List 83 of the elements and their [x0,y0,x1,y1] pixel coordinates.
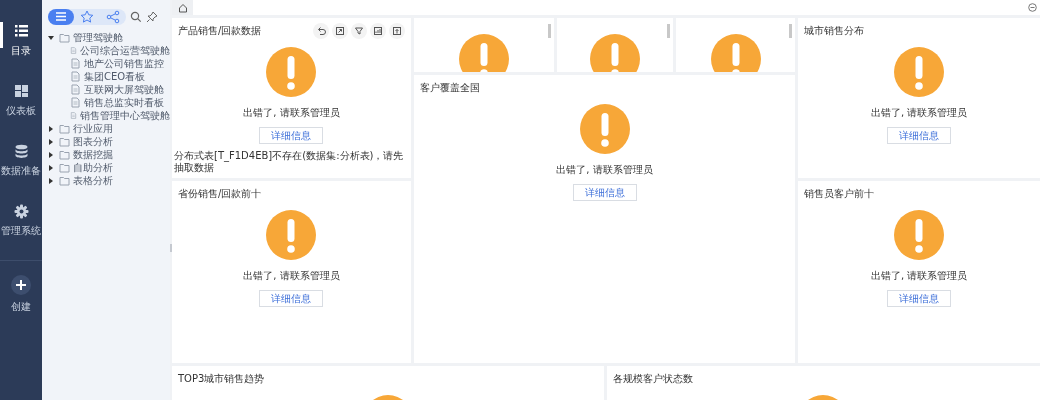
tree-item[interactable]: 管理驾驶舱 [73,30,123,45]
dashboard-icon [13,84,29,99]
star-icon [79,9,95,25]
create-button[interactable]: 创建 [11,275,31,314]
toolbar-button[interactable] [369,23,386,39]
document-icon [70,110,77,121]
tree-item[interactable]: 数据挖掘 [73,147,113,162]
database-icon [13,144,29,159]
tree-item[interactable]: 公司综合运营驾驶舱 [80,43,170,58]
folder-icon [59,123,70,134]
document-icon [70,97,81,108]
pin-button[interactable] [146,11,158,23]
details-button[interactable]: 详细信息 [887,127,952,144]
folder-icon [59,175,70,186]
warning-icon [266,47,317,97]
scrollbar[interactable] [789,24,793,38]
sidebar-item[interactable]: 管理系统 [0,200,42,260]
toolbar-button[interactable] [312,23,329,39]
folder-icon [59,149,70,160]
folder-icon [59,162,70,173]
panel-tab[interactable] [48,9,74,25]
home-tab[interactable] [172,0,193,15]
gear-icon [13,204,29,219]
tree-item[interactable]: 地产公司销售监控 [84,56,164,71]
card-title: 城市销售分布 [804,24,865,38]
details-button[interactable]: 详细信息 [259,127,324,144]
pin-icon [146,11,158,23]
collapse-button[interactable] [1028,3,1040,12]
share-icon [105,9,121,25]
toolbar-button[interactable] [350,23,367,39]
toolbar-button[interactable] [331,23,348,39]
error-detail: 分布式表[T_F1D4EB]不存在(数据集:分析表)，请先抽取数据 [173,150,405,174]
error-message: 出错了, 请联系管理员 [243,269,340,283]
export-icon [390,25,403,37]
card-title: 销售员客户前十 [804,187,875,201]
details-button[interactable]: 详细信息 [259,290,324,307]
tree-item[interactable]: 销售管理中心驾驶舱 [80,108,170,123]
tree-item[interactable]: 表格分析 [73,173,113,188]
caret-down-icon [48,34,54,41]
tree-item[interactable]: 图表分析 [73,134,113,149]
card-title: 产品销售/回款数据 [178,24,262,38]
tree-item[interactable]: 集团CEO看板 [84,69,146,84]
card-title: 各规模客户状态数 [612,372,693,386]
search-icon [130,11,142,23]
fit-icon [333,25,346,37]
chart-icon [371,25,384,37]
expand-toggle[interactable] [48,34,56,41]
toolbar-button[interactable] [388,23,405,39]
tree-item[interactable]: 销售总监实时看板 [84,95,164,110]
filter-icon [352,25,365,37]
folder-icon [59,32,70,43]
document-icon [70,45,77,56]
warning-icon [579,104,630,154]
document-icon [70,84,81,95]
warning-icon [266,210,317,260]
search-button[interactable] [130,11,142,23]
error-message: 出错了, 请联系管理员 [556,163,653,177]
tree-item[interactable]: 行业应用 [73,121,113,136]
error-message: 出错了, 请联系管理员 [870,269,968,283]
tree-item[interactable]: 自助分析 [73,160,113,175]
document-icon [70,58,81,69]
home-icon [177,2,188,13]
folder-icon [59,136,70,147]
sidebar-item[interactable]: 目录 [0,20,42,80]
document-icon [70,71,81,82]
details-button[interactable]: 详细信息 [572,184,637,201]
list-icon [13,24,29,39]
card-title: 省份销售/回款前十 [178,187,262,201]
scrollbar[interactable] [667,24,671,38]
error-message: 出错了, 请联系管理员 [243,106,340,120]
card-title: 客户覆盖全国 [419,81,480,95]
card-title: TOP3城市销售趋势 [178,372,265,386]
sidebar-item[interactable]: 数据准备 [0,140,42,200]
error-message: 出错了, 请联系管理员 [870,106,968,120]
warning-icon [894,210,945,260]
minus-circle-icon [1028,3,1037,12]
resize-handle[interactable] [170,244,172,252]
scrollbar[interactable] [547,24,551,38]
sidebar-item[interactable]: 仪表板 [0,80,42,140]
tree-item[interactable]: 互联网大屏驾驶舱 [84,82,164,97]
warning-icon [894,47,945,97]
plus-icon [11,275,31,295]
details-button[interactable]: 详细信息 [887,290,952,307]
